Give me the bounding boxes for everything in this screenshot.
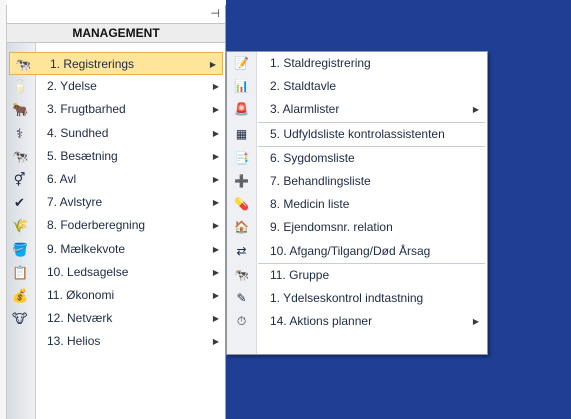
submenu-item-label: 2. Staldtavle [270, 79, 337, 94]
breeding-icon: ⚥ [13, 171, 26, 187]
chevron-right-icon: ▶ [212, 198, 219, 208]
menu-item-11[interactable]: 💰 11. Økonomi ▶ [7, 284, 225, 307]
network-icon: 🐮 [12, 311, 28, 327]
disease-list-icon: 📑 [234, 150, 249, 165]
chevron-right-icon: ▶ [212, 314, 219, 324]
departure-arrival-icon: ⇄ [236, 243, 247, 258]
submenu-item-label: 9. Ejendomsnr. relation [270, 220, 393, 235]
submenu-item-label: 7. Behandlingsliste [270, 173, 371, 188]
menu-item-label: 2. Ydelse [47, 79, 97, 94]
submenu-item-9[interactable]: 💊 8. Medicin liste [227, 193, 487, 216]
alarm-list-icon: 🚨 [234, 102, 249, 117]
menu-item-12[interactable]: 🐮 12. Netværk ▶ [7, 307, 225, 330]
chevron-right-icon: ▶ [212, 267, 219, 277]
fill-list-icon: ▦ [235, 126, 248, 141]
chevron-right-icon: ▶ [212, 244, 219, 254]
menu-item-label: 1. Registrerings [50, 57, 135, 71]
submenu-item-10[interactable]: 🏠 9. Ejendomsnr. relation [227, 216, 487, 239]
menu-item-10[interactable]: 📋 10. Ledsagelse ▶ [7, 261, 225, 284]
submenu-item-14[interactable]: ✎ 1. Ydelseskontrol indtastning [227, 287, 487, 310]
chevron-right-icon: ▶ [472, 317, 479, 327]
health-icon: ⚕ [15, 125, 24, 141]
milk-yield-icon: 🥛 [12, 79, 29, 95]
submenu-item-3[interactable]: 🚨 3. Alarmlister ▶ [227, 98, 487, 121]
barn-registration-icon: 📝 [234, 56, 249, 70]
milk-quota-icon: 🪣 [12, 241, 29, 257]
menu-item-9[interactable]: 🪣 9. Mælkekvote ▶ [7, 238, 225, 261]
submenu-item-label: 6. Sygdomsliste [270, 150, 355, 165]
menu-item-7[interactable]: ✔ 7. Avlstyre ▶ [7, 191, 225, 214]
chevron-right-icon: ▶ [212, 221, 219, 231]
action-planner-icon: ⏱ [236, 314, 247, 329]
submenu-item-8[interactable]: ➕ 7. Behandlingsliste [227, 170, 487, 193]
submenu-item-1[interactable]: 📝 1. Staldregistrering [227, 52, 487, 75]
breeding-control-icon: ✔ [14, 195, 25, 211]
registrerings-submenu: 📝 1. Staldregistrering 📊 2. Staldtavle 🚨 3. A… [226, 51, 488, 355]
menu-item-label: 12. Netværk [47, 311, 113, 326]
submenu-item-label: 5. Udfyldsliste kontrolassistenten [270, 126, 445, 141]
cow-registration-icon: 🐄 [15, 57, 32, 72]
chevron-right-icon: ▶ [212, 337, 219, 347]
submenu-item-label: 10. Afgang/Tilgang/Død Årsag [270, 243, 431, 258]
menu-item-label: 13. Helios [47, 334, 101, 349]
menu-item-6[interactable]: ⚥ 6. Avl ▶ [7, 168, 225, 191]
main-menu: 🐄 1. Registrerings ▶ 🥛 2. Ydelse ▶ 🐂 3. Frugtba… [7, 52, 225, 353]
menu-item-5[interactable]: 🐄 5. Besætning ▶ [7, 145, 225, 168]
pin-icon[interactable]: ⊣ [210, 7, 220, 20]
menu-item-13[interactable]: 13. Helios ▶ [7, 330, 225, 353]
yield-control-input-icon: ✎ [236, 290, 247, 305]
menu-item-label: 5. Besætning [47, 148, 118, 163]
chevron-right-icon: ▶ [212, 82, 219, 92]
chevron-right-icon: ▶ [212, 151, 219, 161]
helios-icon [12, 334, 27, 349]
submenu-item-7[interactable]: 📑 6. Sygdomsliste [227, 147, 487, 170]
submenu-item-label: 1. Staldregistrering [270, 56, 371, 70]
economy-icon: 💰 [12, 287, 29, 303]
menu-item-label: 11. Økonomi [47, 287, 115, 302]
panel-title: MANAGEMENT [7, 23, 225, 43]
management-panel: ⊣ MANAGEMENT 🐄 1. Registrerings ▶ 🥛 2. Ydels… [6, 5, 226, 419]
menu-item-2[interactable]: 🥛 2. Ydelse ▶ [7, 75, 225, 98]
submenu-item-15[interactable]: ⏱ 14. Aktions planner ▶ [227, 310, 487, 333]
menu-item-label: 3. Frugtbarhed [47, 102, 126, 117]
submenu-item-2[interactable]: 📊 2. Staldtavle [227, 75, 487, 98]
submenu-item-label: 8. Medicin liste [270, 197, 350, 212]
barn-board-icon: 📊 [234, 79, 249, 94]
panel-pin-bar: ⊣ [7, 5, 225, 23]
menu-item-8[interactable]: 🌾 8. Foderberegning ▶ [7, 214, 225, 237]
fertility-icon: 🐂 [12, 102, 29, 118]
property-relation-icon: 🏠 [234, 220, 249, 235]
menu-item-label: 9. Mælkekvote [47, 241, 126, 256]
chevron-right-icon: ▶ [212, 174, 219, 184]
chevron-right-icon: ▶ [209, 60, 216, 69]
medicine-list-icon: 💊 [234, 197, 249, 212]
menu-item-label: 10. Ledsagelse [47, 264, 129, 279]
menu-item-label: 8. Foderberegning [47, 218, 146, 233]
menu-item-label: 7. Avlstyre [47, 195, 103, 210]
chevron-right-icon: ▶ [212, 128, 219, 138]
submenu-item-label: 11. Gruppe [270, 267, 330, 282]
menu-item-3[interactable]: 🐂 3. Frugtbarhed ▶ [7, 98, 225, 121]
submenu-item-5[interactable]: ▦ 5. Udfyldsliste kontrolassistenten [227, 123, 487, 146]
treatment-list-icon: ➕ [234, 173, 249, 188]
submenu-item-11[interactable]: ⇄ 10. Afgang/Tilgang/Død Årsag [227, 240, 487, 263]
menu-item-4[interactable]: ⚕ 4. Sundhed ▶ [7, 122, 225, 145]
feed-calculation-icon: 🌾 [12, 218, 29, 234]
chevron-right-icon: ▶ [472, 105, 479, 115]
chevron-right-icon: ▶ [212, 290, 219, 300]
submenu-item-label: 1. Ydelseskontrol indtastning [270, 290, 424, 305]
accompaniment-icon: 📋 [12, 264, 29, 280]
menu-item-label: 4. Sundhed [47, 125, 109, 140]
submenu-item-13[interactable]: 🐄 11. Gruppe [227, 264, 487, 287]
herd-icon: 🐄 [12, 148, 29, 164]
menu-item-label: 6. Avl [47, 171, 77, 186]
submenu-item-label: 14. Aktions planner [270, 314, 373, 329]
group-icon: 🐄 [234, 267, 249, 282]
chevron-right-icon: ▶ [212, 105, 219, 115]
submenu-item-label: 3. Alarmlister [270, 102, 340, 117]
menu-item-1[interactable]: 🐄 1. Registrerings ▶ [9, 52, 223, 76]
